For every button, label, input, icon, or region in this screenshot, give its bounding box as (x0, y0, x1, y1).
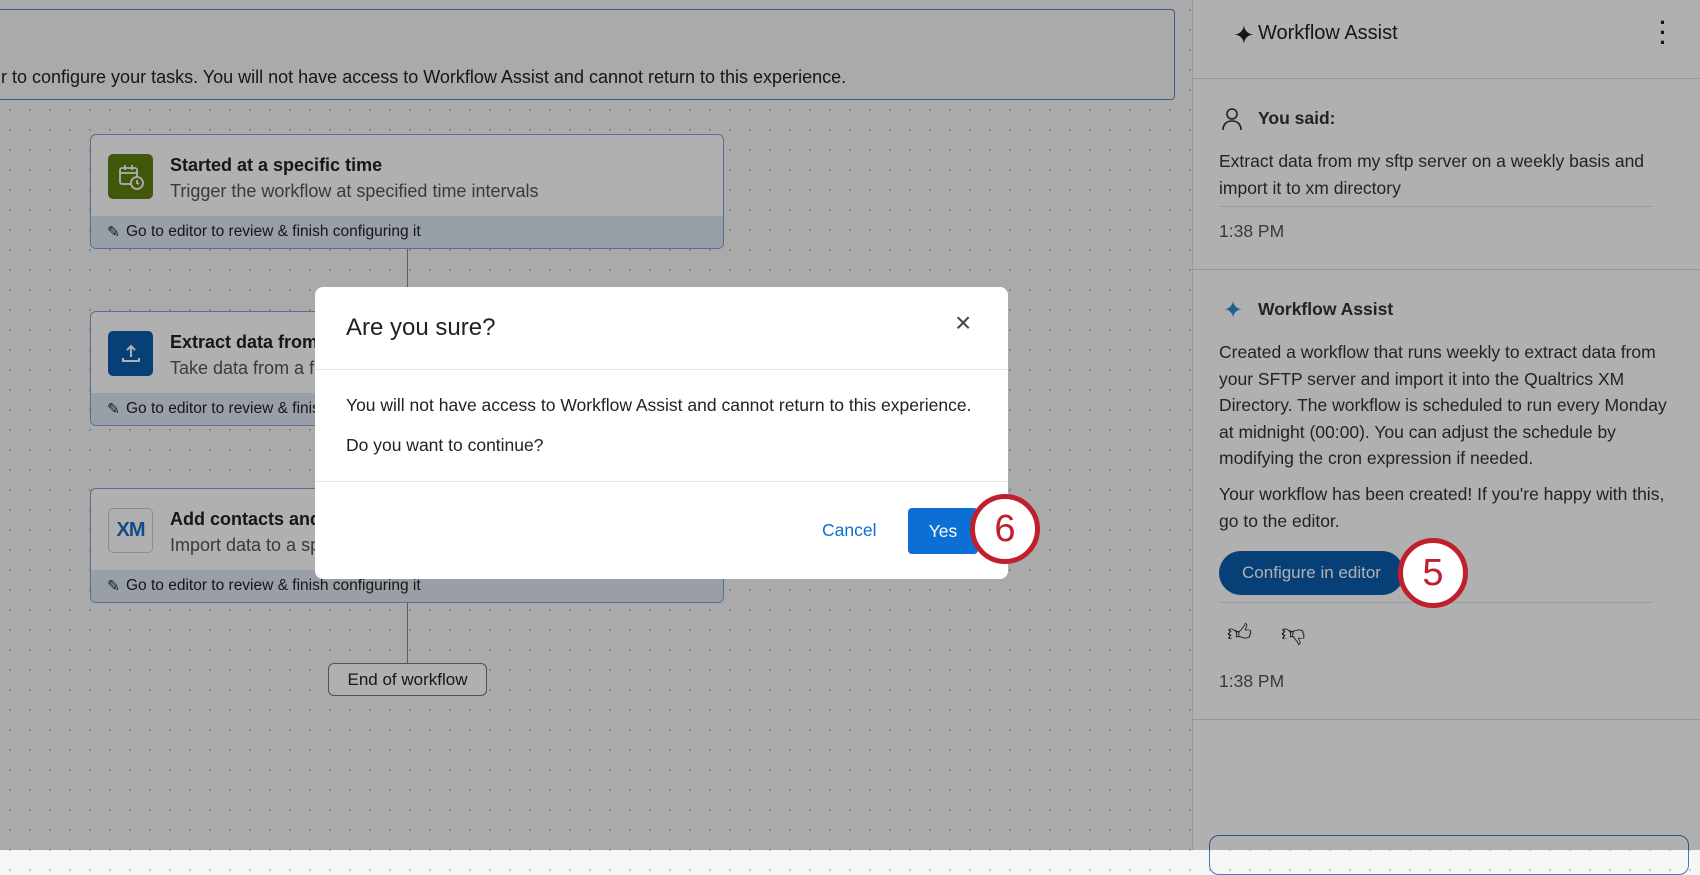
step-callout-6: 6 (970, 494, 1040, 564)
dialog-title: Are you sure? (346, 314, 496, 341)
dialog-body: You will not have access to Workflow Ass… (346, 395, 972, 415)
close-icon[interactable]: × (955, 307, 971, 339)
cancel-button[interactable]: Cancel (822, 520, 876, 541)
dialog-question: Do you want to continue? (346, 435, 544, 455)
confirm-dialog: Are you sure? × You will not have access… (315, 287, 1008, 579)
yes-button[interactable]: Yes (908, 508, 978, 554)
step-callout-5: 5 (1398, 538, 1468, 608)
